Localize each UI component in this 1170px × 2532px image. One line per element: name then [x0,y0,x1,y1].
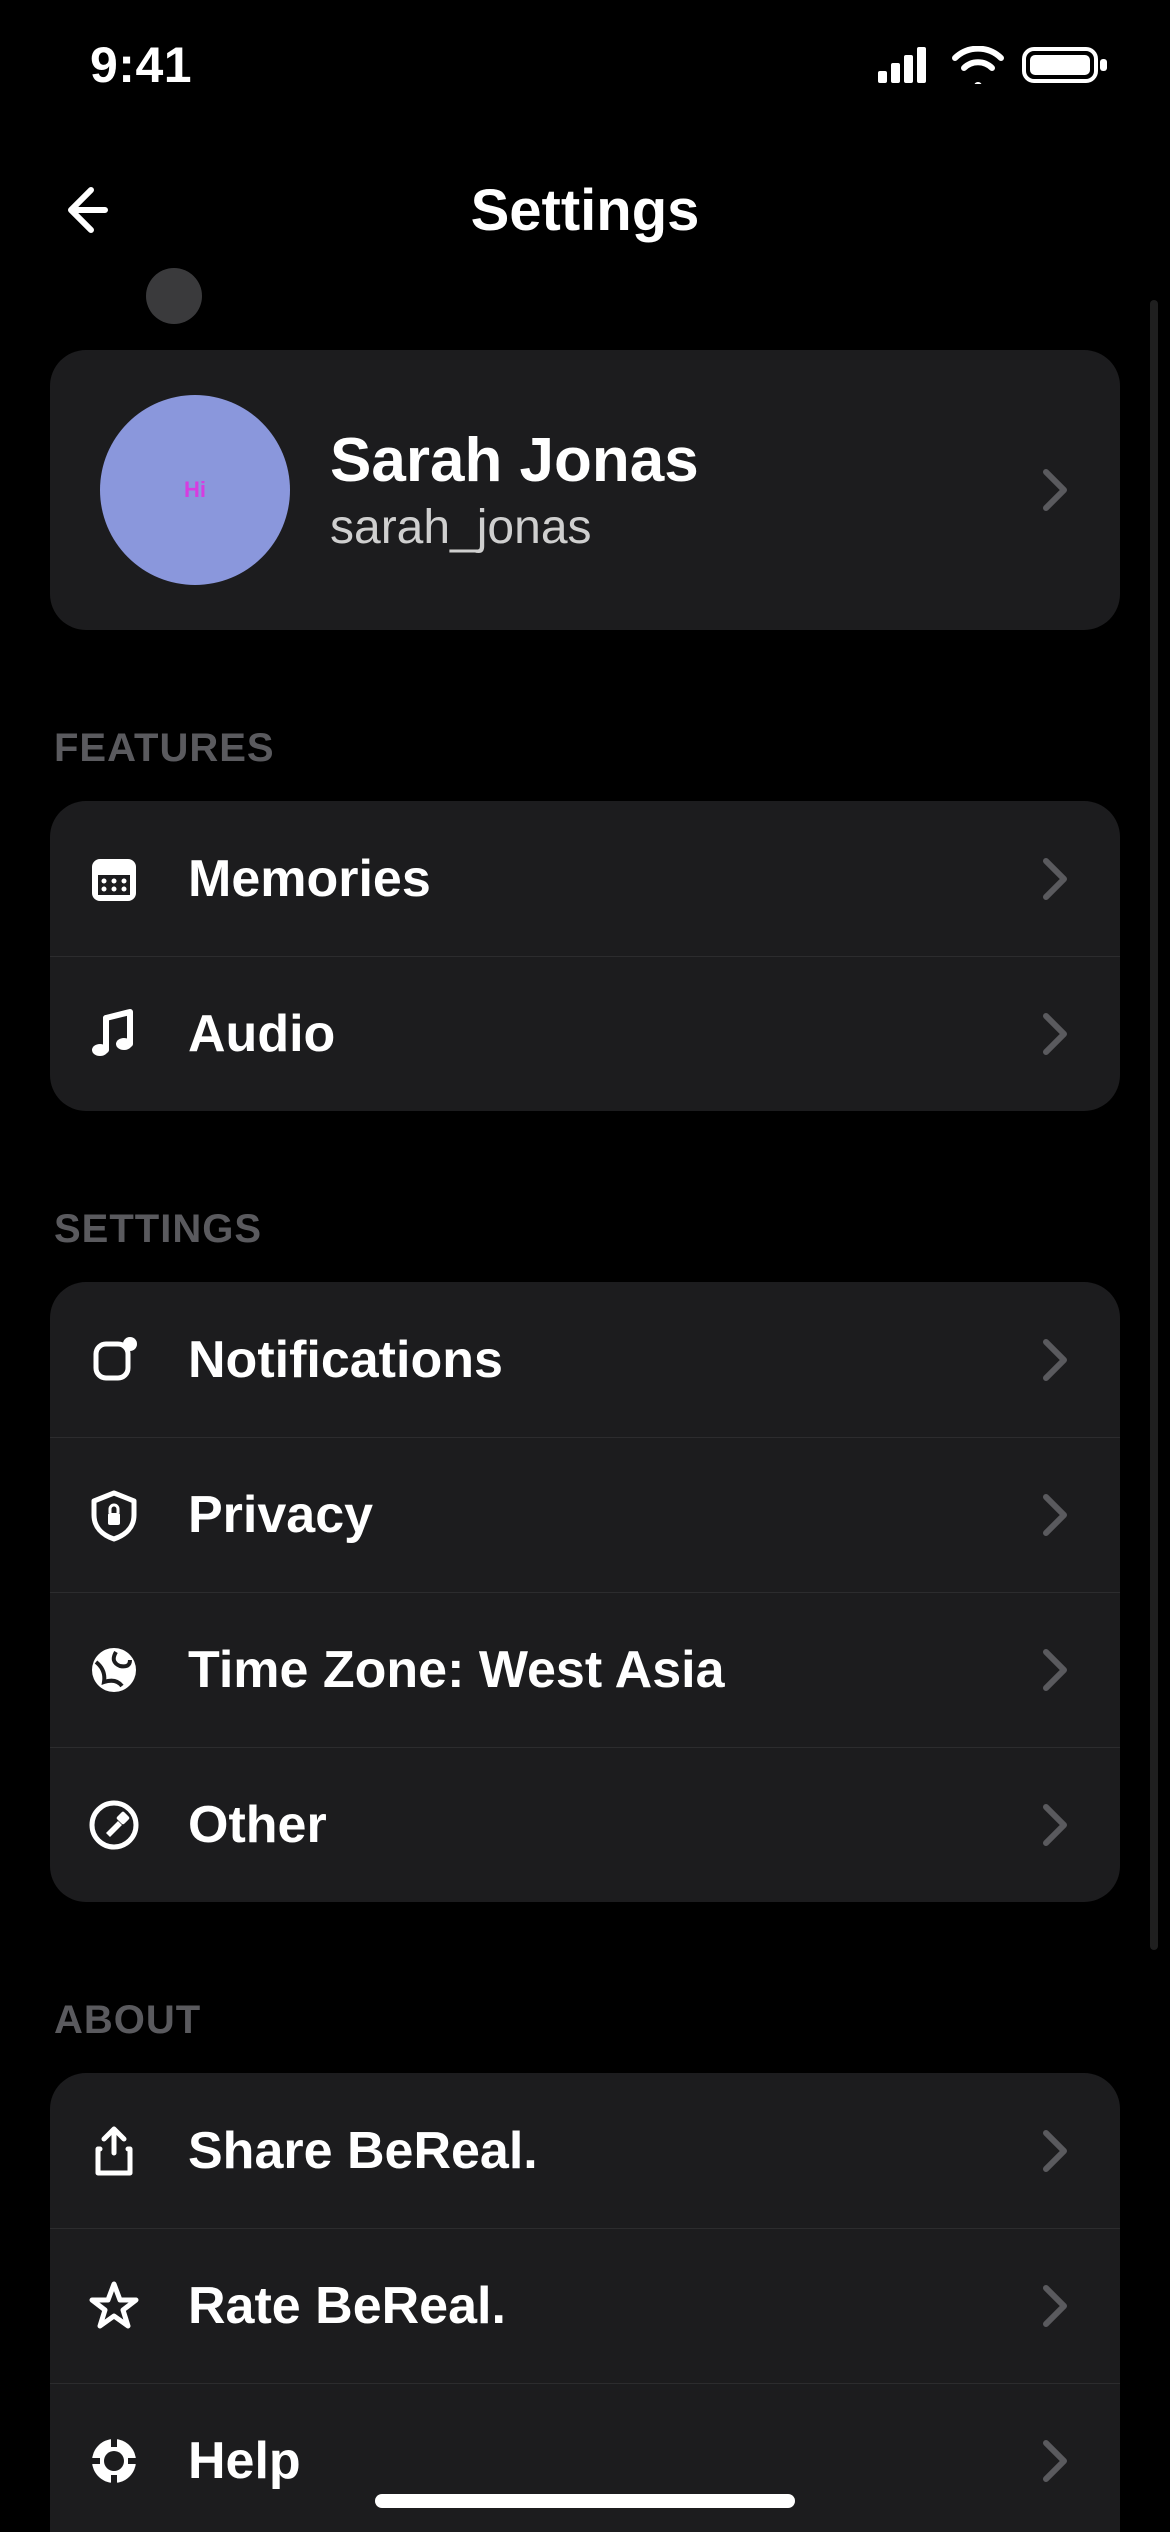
row-privacy[interactable]: Privacy [50,1437,1120,1592]
arrow-left-icon [57,182,113,238]
row-timezone[interactable]: Time Zone: West Asia [50,1592,1120,1747]
row-rate[interactable]: Rate BeReal. [50,2228,1120,2383]
page-title: Settings [471,177,700,244]
cellular-icon [878,47,934,83]
row-notifications[interactable]: Notifications [50,1282,1120,1437]
row-label: Rate BeReal. [188,2276,998,2336]
wifi-icon [952,46,1004,84]
chevron-right-icon [1042,2284,1070,2328]
chevron-right-icon [1042,1493,1070,1537]
chevron-right-icon [1042,2439,1070,2483]
row-label: Share BeReal. [188,2121,998,2181]
section-header-features: FEATURES [50,726,1120,771]
battery-icon [1022,45,1110,85]
shield-lock-icon [84,1485,144,1545]
profile-card[interactable]: Hi Sarah Jonas sarah_jonas [50,350,1120,630]
home-indicator[interactable] [375,2494,795,2508]
header: Settings [0,160,1170,260]
profile-username: sarah_jonas [330,500,1002,555]
chevron-right-icon [1042,857,1070,901]
section-header-settings: SETTINGS [50,1207,1120,1252]
avatar-text: Hi [184,477,206,503]
status-bar: 9:41 [0,0,1170,130]
share-icon [84,2121,144,2181]
row-label: Notifications [188,1330,998,1390]
globe-icon [84,1640,144,1700]
hammer-icon [84,1795,144,1855]
chevron-right-icon [1042,1338,1070,1382]
group-settings: Notifications Privacy [50,1282,1120,1902]
chevron-right-icon [1042,468,1070,512]
row-other[interactable]: Other [50,1747,1120,1902]
row-help[interactable]: Help [50,2383,1120,2532]
chevron-right-icon [1042,1012,1070,1056]
music-icon [84,1004,144,1064]
bell-icon [84,1330,144,1390]
avatar: Hi [100,395,290,585]
row-memories[interactable]: Memories [50,801,1120,956]
status-icons [878,45,1110,85]
chevron-right-icon [1042,1803,1070,1847]
row-label: Privacy [188,1485,998,1545]
row-share[interactable]: Share BeReal. [50,2073,1120,2228]
group-about: Share BeReal. Rate BeReal. [50,2073,1120,2532]
row-label: Memories [188,849,998,909]
row-label: Other [188,1795,998,1855]
profile-text: Sarah Jonas sarah_jonas [330,425,1002,555]
section-header-about: ABOUT [50,1998,1120,2043]
row-label: Time Zone: West Asia [188,1640,998,1700]
row-label: Help [188,2431,998,2491]
settings-scroll: Hi Sarah Jonas sarah_jonas FEATURES Memo… [0,280,1170,2532]
group-features: Memories Audio [50,801,1120,1111]
row-audio[interactable]: Audio [50,956,1120,1111]
chevron-right-icon [1042,1648,1070,1692]
status-time: 9:41 [90,36,192,94]
back-button[interactable] [50,175,120,245]
chevron-right-icon [1042,2129,1070,2173]
row-label: Audio [188,1004,998,1064]
star-icon [84,2276,144,2336]
calendar-icon [84,849,144,909]
profile-name: Sarah Jonas [330,425,1002,496]
lifebuoy-icon [84,2431,144,2491]
